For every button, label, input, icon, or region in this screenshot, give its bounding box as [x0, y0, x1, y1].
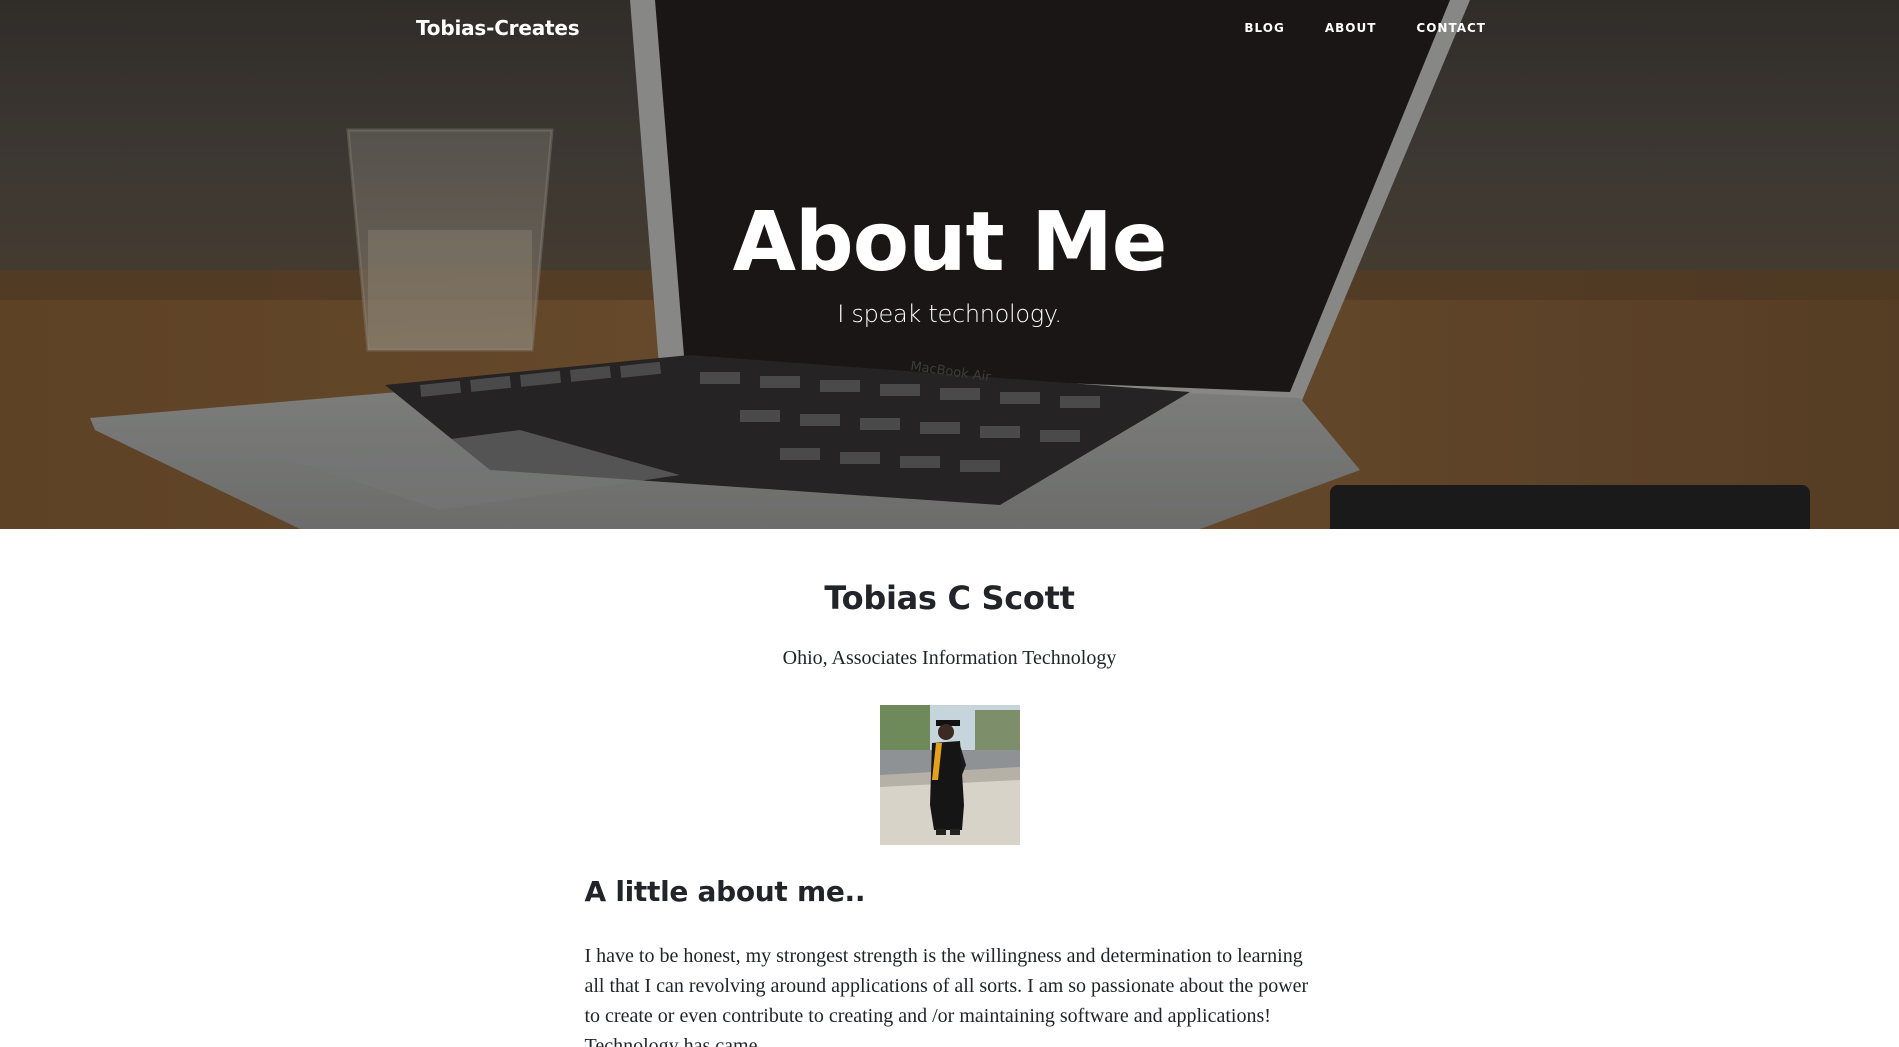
graduation-photo-image — [879, 705, 1020, 845]
page-title: About Me — [732, 195, 1168, 290]
page-subtitle: I speak technology. — [837, 300, 1062, 329]
nav-item-contact: Contact — [1396, 21, 1486, 35]
nav-link-contact[interactable]: Contact — [1396, 21, 1486, 35]
brand-link[interactable]: Tobias-Creates — [416, 16, 580, 40]
nav-links: Blog About Contact — [1224, 21, 1486, 35]
main-content: Tobias C Scott Ohio, Associates Informat… — [585, 529, 1315, 1047]
nav-item-blog: Blog — [1224, 21, 1304, 35]
nav-link-about[interactable]: About — [1305, 21, 1397, 35]
about-heading: A little about me.. — [584, 875, 866, 908]
profile-photo — [879, 705, 1020, 845]
main-navigation: Tobias-Creates Blog About Contact — [0, 0, 1899, 60]
profile-name: Tobias C Scott — [824, 579, 1075, 617]
nav-link-blog[interactable]: Blog — [1224, 21, 1304, 35]
profile-details: Ohio, Associates Information Technology — [782, 647, 1117, 669]
page-header: MacBook Air Tobias-Creates Blog About Co… — [0, 0, 1899, 529]
page-heading: About Me I speak technology. — [0, 195, 1899, 329]
about-paragraph: I have to be honest, my strongest streng… — [584, 945, 1309, 1047]
nav-item-about: About — [1305, 21, 1397, 35]
